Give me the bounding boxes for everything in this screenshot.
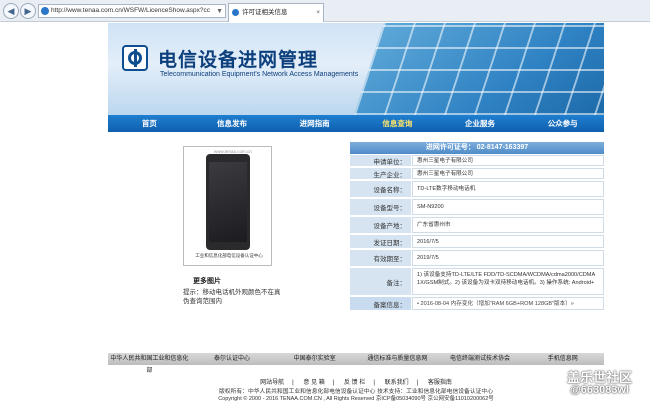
row-key: 备案信息：	[350, 297, 411, 310]
footer-copyright-en: Copyright © 2000 - 2016 TENAA.COM.CN , A…	[218, 396, 494, 402]
glass-building-graphic	[354, 23, 604, 115]
row-value: 惠州三星电子有限公司	[412, 168, 604, 179]
row-value: 2016/7/5	[412, 235, 604, 248]
tab-title: 许可证相关信息	[242, 9, 288, 16]
nav-home[interactable]: 首页	[108, 115, 191, 132]
footer-partner-link[interactable]: 泰尔认证中心	[191, 353, 274, 365]
footer-partner-bar: 中华人民共和国工业和信息化部 泰尔认证中心 中国泰尔实验室 通信标准与质量信息网…	[108, 353, 604, 374]
url-text: http://www.tenaa.com.cn/WSFW/LicenceShow…	[51, 7, 210, 14]
footer-links: 网站导航 | 意 见 箱 | 反 馈 栏 | 联系我们 | 客服指南	[260, 380, 452, 386]
table-row: 有效期至： 2019/7/5	[350, 250, 604, 267]
row-key: 有效期至：	[350, 250, 411, 266]
nav-public[interactable]: 公众参与	[521, 115, 604, 132]
nav-guide[interactable]: 进网指南	[273, 115, 356, 132]
photo-watermark: 工业和信息化部电信设备认证中心	[195, 253, 263, 258]
license-number: 进网许可证号： 02-8147-163397	[350, 142, 604, 154]
row-value: 1) 该设备支持TD-LTE/LTE FDD/TD-SCDMA/WCDMA/cd…	[412, 268, 604, 295]
table-row: 设备型号： SM-N9200	[350, 199, 604, 216]
footer-partner-link[interactable]: 手机信息网	[521, 353, 604, 365]
table-row: 发证日期： 2016/7/5	[350, 235, 604, 249]
nav-enterprise[interactable]: 企业服务	[439, 115, 522, 132]
address-bar[interactable]: http://www.tenaa.com.cn/WSFW/LicenceShow…	[38, 4, 226, 18]
table-row: 备注： 1) 该设备支持TD-LTE/LTE FDD/TD-SCDMA/WCDM…	[350, 268, 604, 296]
footer-partner-link[interactable]: 通信标准与质量信息网	[356, 353, 439, 365]
row-value: 2019/7/5	[412, 250, 604, 266]
row-value: TD-LTE数字移动电话机	[412, 181, 604, 197]
main-nav: 首页 信息发布 进网指南 信息查询 企业服务 公众参与	[108, 115, 604, 132]
tab-ie-icon	[232, 9, 239, 16]
row-key: 生产企业：	[350, 168, 411, 179]
more-pictures-link[interactable]: 更多图片	[193, 276, 221, 286]
footer-partner-link[interactable]: 中华人民共和国工业和信息化部	[108, 353, 191, 374]
product-photo[interactable]: www.tenaa.com.cn 工业和信息化部电信设备认证中心	[183, 146, 272, 266]
back-button[interactable]: ◀	[3, 3, 19, 19]
footer-partner-link[interactable]: 电信终端测试技术协会	[439, 353, 522, 365]
row-value: 惠州三星电子有限公司	[412, 155, 604, 166]
site-logo-icon	[122, 45, 148, 71]
phone-image	[206, 154, 250, 250]
table-row: 备案信息： • 2016-08-04 内存变化（增加“RAM 6GB+ROM 1…	[350, 297, 604, 311]
browser-tab[interactable]: 许可证相关信息 ×	[228, 3, 324, 22]
nav-news[interactable]: 信息发布	[191, 115, 274, 132]
row-key: 申请单位：	[350, 155, 411, 166]
site-title: 电信设备进网管理	[158, 49, 319, 71]
filing-record-link[interactable]: • 2016-08-04 内存变化（增加“RAM 6GB+ROM 128GB”版…	[412, 297, 604, 310]
browser-toolbar: ◀ ▶ http://www.tenaa.com.cn/WSFW/Licence…	[0, 0, 650, 22]
site-subtitle: Telecommunication Equipment's Network Ac…	[160, 71, 359, 78]
table-row: 申请单位： 惠州三星电子有限公司	[350, 155, 604, 167]
row-key: 备注：	[350, 268, 411, 295]
row-key: 发证日期：	[350, 235, 411, 248]
close-tab-icon[interactable]: ×	[316, 4, 320, 21]
photo-note: 提示：移动电话机外观颜色不在真伪查询范围内	[183, 289, 281, 305]
forward-button[interactable]: ▶	[20, 3, 36, 19]
user-watermark: @663083wl	[570, 384, 630, 396]
row-key: 设备产地：	[350, 217, 411, 233]
nav-query[interactable]: 信息查询	[356, 115, 439, 132]
footer-partner-link[interactable]: 中国泰尔实验室	[273, 353, 356, 365]
table-row: 设备产地： 广东省惠州市	[350, 217, 604, 234]
row-key: 设备名称：	[350, 181, 411, 197]
dropdown-icon[interactable]: ▼	[216, 6, 223, 17]
ie-icon	[41, 7, 49, 15]
row-value: SM-N9200	[412, 199, 604, 215]
row-value: 广东省惠州市	[412, 217, 604, 233]
table-row: 生产企业： 惠州三星电子有限公司	[350, 168, 604, 180]
row-key: 设备型号：	[350, 199, 411, 215]
site-banner: 电信设备进网管理 Telecommunication Equipment's N…	[108, 23, 604, 115]
table-row: 设备名称： TD-LTE数字移动电话机	[350, 181, 604, 198]
